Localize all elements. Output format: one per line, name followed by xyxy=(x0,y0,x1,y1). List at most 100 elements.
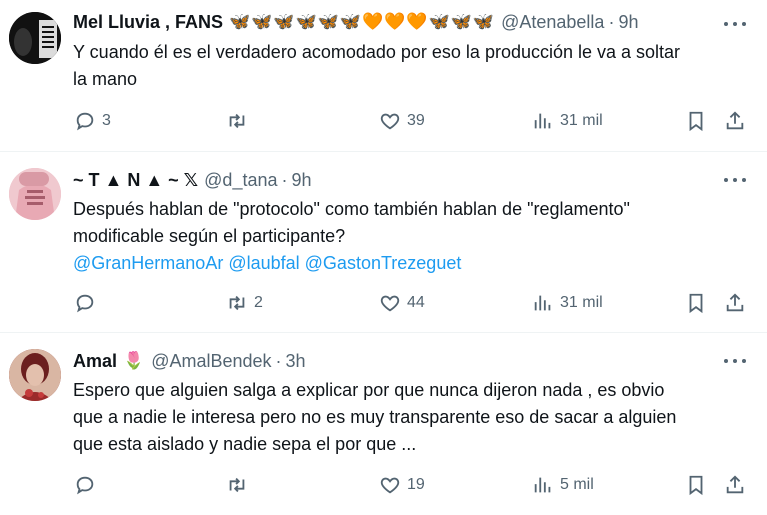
avatar[interactable] xyxy=(9,349,61,401)
views-button[interactable]: 5 mil xyxy=(532,472,594,498)
reply-button[interactable] xyxy=(74,290,102,316)
share-button[interactable] xyxy=(724,108,746,134)
views-count: 31 mil xyxy=(560,112,603,129)
tweet[interactable]: Amal 🌷 @AmalBendek · 3h Espero que algui… xyxy=(0,333,767,515)
share-icon xyxy=(726,111,744,130)
butterfly-icon: 🦋 xyxy=(450,12,473,31)
views-icon xyxy=(534,295,551,311)
tweet-text: Después hablan de "protocolo" como tambi… xyxy=(73,196,753,277)
separator: · xyxy=(275,350,282,371)
tweet-text-line: que a nadie le interesa pero no es muy t… xyxy=(73,407,677,427)
display-name[interactable]: ~ T ▲ N ▲ ~ 𝕏 xyxy=(73,170,198,191)
reply-icon xyxy=(76,476,94,495)
reply-icon xyxy=(76,294,94,313)
butterfly-icon: 🦋 xyxy=(251,12,274,31)
orange-heart-icon: 🧡 xyxy=(406,12,429,31)
display-name[interactable]: Mel Lluvia , FANS xyxy=(73,12,223,33)
tweet-text-line: Espero que alguien salga a explicar por … xyxy=(73,380,665,400)
display-name[interactable]: Amal xyxy=(73,351,117,372)
retweet-icon xyxy=(229,113,245,129)
retweet-icon xyxy=(229,477,245,493)
timestamp[interactable]: 3h xyxy=(286,351,306,372)
orange-heart-icon: 🧡 xyxy=(384,12,407,31)
action-bar: 19 5 mil xyxy=(74,472,754,498)
heart-icon xyxy=(380,295,400,312)
retweet-icon xyxy=(229,295,245,311)
user-handle[interactable]: @Atenabella xyxy=(501,12,604,33)
reply-button[interactable]: 3 xyxy=(74,108,111,134)
retweet-button[interactable] xyxy=(226,108,254,134)
butterfly-icon: 🦋 xyxy=(317,12,340,31)
butterfly-icon: 🦋 xyxy=(229,12,252,31)
bookmark-icon xyxy=(689,111,703,132)
butterfly-icon: 🦋 xyxy=(428,12,451,31)
more-icon[interactable] xyxy=(724,14,746,34)
like-button[interactable]: 19 xyxy=(379,472,425,498)
reply-count: 3 xyxy=(102,112,111,129)
tweet[interactable]: ~ T ▲ N ▲ ~ 𝕏 @d_tana · 9h Después habla… xyxy=(0,152,767,333)
timestamp[interactable]: 9h xyxy=(291,170,311,191)
action-bar: 2 44 31 mil xyxy=(74,290,754,316)
butterfly-icon: 🦋 xyxy=(295,12,318,31)
avatar[interactable] xyxy=(9,12,61,64)
bookmark-icon xyxy=(689,293,703,314)
tweet-header: Amal 🌷 @AmalBendek · 3h xyxy=(73,349,306,373)
tweet-text: Y cuando él es el verdadero acomodado po… xyxy=(73,39,753,93)
views-icon xyxy=(534,477,551,493)
tweet-text-line: modificable según el participante? xyxy=(73,226,346,246)
tweet[interactable]: Mel Lluvia , FANS 🦋🦋🦋🦋🦋🦋🧡🧡🧡🦋🦋🦋 @Atenabel… xyxy=(0,0,767,152)
butterfly-icon: 🦋 xyxy=(339,12,363,31)
like-count: 44 xyxy=(407,294,425,311)
tweet-feed: Mel Lluvia , FANS 🦋🦋🦋🦋🦋🦋🧡🧡🧡🦋🦋🦋 @Atenabel… xyxy=(0,0,767,515)
more-icon[interactable] xyxy=(724,170,746,190)
tweet-header: Mel Lluvia , FANS 🦋🦋🦋🦋🦋🦋🧡🧡🧡🦋🦋🦋 @Atenabel… xyxy=(73,10,638,34)
separator: · xyxy=(281,169,288,190)
share-icon xyxy=(726,475,744,494)
avatar[interactable] xyxy=(9,168,61,220)
tweet-text-line: Y cuando él es el verdadero acomodado po… xyxy=(73,42,681,62)
tweet-text: Espero que alguien salga a explicar por … xyxy=(73,377,753,458)
bookmark-button[interactable] xyxy=(685,472,707,498)
tweet-text-line: Después hablan de "protocolo" como tambi… xyxy=(73,199,630,219)
reply-button[interactable] xyxy=(74,472,102,498)
share-button[interactable] xyxy=(724,290,746,316)
bookmark-button[interactable] xyxy=(685,108,707,134)
views-count: 5 mil xyxy=(560,476,594,493)
like-button[interactable]: 44 xyxy=(379,290,425,316)
tweet-header: ~ T ▲ N ▲ ~ 𝕏 @d_tana · 9h xyxy=(73,168,312,192)
butterfly-icon: 🦋 xyxy=(472,12,496,31)
tulip-icon: 🌷 xyxy=(123,351,146,370)
bookmark-icon xyxy=(689,475,703,496)
views-button[interactable]: 31 mil xyxy=(532,290,603,316)
more-icon[interactable] xyxy=(724,351,746,371)
like-count: 19 xyxy=(407,476,425,493)
mentions: @GranHermanoAr @laubfal @GastonTrezeguet xyxy=(73,250,753,277)
butterfly-icon: 🦋 xyxy=(273,12,296,31)
user-handle[interactable]: @AmalBendek xyxy=(151,351,271,372)
heart-icon xyxy=(380,113,400,130)
share-icon xyxy=(726,293,744,312)
retweet-button[interactable] xyxy=(226,472,254,498)
views-button[interactable]: 31 mil xyxy=(532,108,603,134)
bookmark-button[interactable] xyxy=(685,290,707,316)
reply-icon xyxy=(76,112,94,131)
orange-heart-icon: 🧡 xyxy=(362,12,385,31)
like-count: 39 xyxy=(407,112,425,129)
views-count: 31 mil xyxy=(560,294,603,311)
tweet-text-line: que esta aislado y nadie sepa el por que… xyxy=(73,434,417,454)
separator: · xyxy=(608,11,615,32)
heart-icon xyxy=(380,477,400,494)
retweet-button[interactable]: 2 xyxy=(226,290,263,316)
timestamp[interactable]: 9h xyxy=(618,12,638,33)
mention-link[interactable]: @GastonTrezeguet xyxy=(305,253,462,273)
like-button[interactable]: 39 xyxy=(379,108,425,134)
name-emojis: 🦋🦋🦋🦋🦋🦋🧡🧡🧡🦋🦋🦋 xyxy=(229,12,495,32)
retweet-count: 2 xyxy=(254,294,263,311)
share-button[interactable] xyxy=(724,472,746,498)
views-icon xyxy=(534,113,551,129)
mention-link[interactable]: @GranHermanoAr xyxy=(73,253,223,273)
user-handle[interactable]: @d_tana xyxy=(204,170,277,191)
action-bar: 3 39 31 mil xyxy=(74,108,754,134)
tweet-text-line: la mano xyxy=(73,69,138,89)
mention-link[interactable]: @laubfal xyxy=(228,253,299,273)
